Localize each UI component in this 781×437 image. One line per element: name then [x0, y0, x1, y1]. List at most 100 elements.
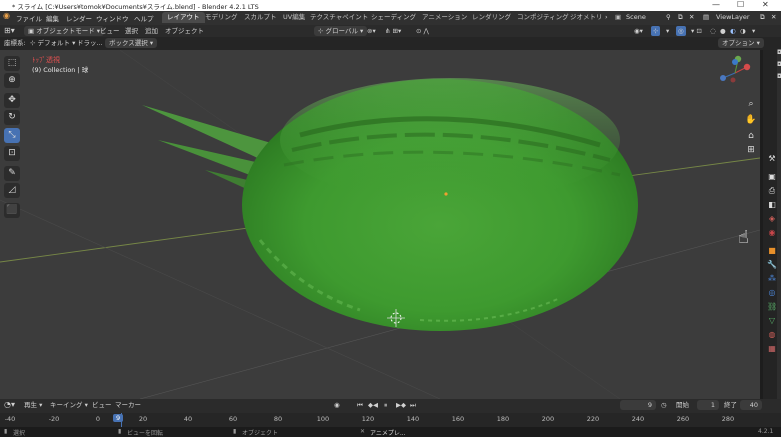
menu-render[interactable]: レンダー [66, 13, 92, 23]
timeline-view-menu[interactable]: ビュー [92, 400, 112, 410]
proportional-edit-icon[interactable]: ⊙ ⋀ [416, 26, 429, 36]
menu-add[interactable]: 追加 [145, 26, 158, 36]
prev-keyframe-icon[interactable]: ◆◀ [368, 400, 378, 410]
select-box-tool-icon[interactable]: ⬚ [4, 56, 20, 71]
constraints-props-icon[interactable]: ⛓ [767, 302, 777, 312]
view-layer-props-icon[interactable]: ◧ [767, 200, 777, 210]
menu-edit[interactable]: 編集 [46, 13, 59, 23]
stopwatch-icon[interactable]: ◷ [661, 400, 667, 410]
close-icon[interactable]: ✕ [762, 0, 769, 9]
remove-view-layer-icon[interactable]: ✕ [771, 13, 776, 21]
end-frame-field[interactable]: 40 [740, 400, 762, 410]
move-tool-icon[interactable]: ✥ [4, 93, 20, 108]
editor-type-icon[interactable]: ⊞▾ [4, 26, 15, 36]
output-props-icon[interactable]: ⎙ [767, 186, 777, 196]
world-props-icon[interactable]: ◉ [767, 228, 777, 238]
transform-tool-icon[interactable]: ⊡ [4, 146, 20, 161]
keying-menu[interactable]: キーイング ▾ [50, 400, 88, 410]
render-props-icon[interactable]: ▣ [767, 172, 777, 182]
add-cube-tool-icon[interactable]: ⬛ [4, 203, 20, 218]
options-button[interactable]: オプション ▾ [718, 38, 764, 48]
tab-modeling[interactable]: モデリング [200, 12, 243, 23]
cursor-tool-icon[interactable]: ⊕ [4, 73, 20, 88]
physics-props-icon[interactable]: ◎ [767, 288, 777, 298]
tab-geometry[interactable]: ジオメトリ [565, 12, 608, 23]
annotate-tool-icon[interactable]: ✎ [4, 166, 20, 181]
orientation-default[interactable]: ⊹ デフォルト ▾ [30, 38, 75, 48]
tab-layout[interactable]: レイアウト [162, 12, 205, 23]
visibility-icon[interactable]: ◉▾ [634, 26, 643, 36]
shading-options-icon[interactable]: ▾ [752, 26, 755, 36]
grid-toggle-icon[interactable]: ⊞ [744, 143, 758, 157]
marker-menu[interactable]: マーカー [115, 400, 141, 410]
pause-icon[interactable]: ⏸ [384, 400, 387, 410]
wireframe-shading-icon[interactable]: ◌ [710, 26, 716, 36]
solid-shading-icon[interactable]: ● [720, 26, 726, 36]
rendered-shading-icon[interactable]: ◑ [740, 26, 746, 36]
snap-icon[interactable]: ⋔ ⊞▾ [385, 26, 401, 36]
pin-icon[interactable]: ⚲ [666, 13, 671, 21]
menu-select[interactable]: 選択 [125, 26, 138, 36]
camera-icon[interactable]: ◘ [777, 61, 781, 68]
overlay-toggle-icon[interactable]: ◎ [676, 26, 686, 36]
timeline-editor-icon[interactable]: ◔▾ [4, 400, 15, 410]
jump-start-icon[interactable]: ⏮ [357, 400, 363, 410]
zoom-icon[interactable]: ⌕ [744, 97, 758, 111]
tab-animation[interactable]: アニメーション [417, 12, 472, 23]
mode-selector[interactable]: ▣ オブジェクトモード ▾ [24, 26, 105, 36]
delete-scene-icon[interactable]: ✕ [689, 13, 694, 21]
next-keyframe-icon[interactable]: ▶◆ [396, 400, 406, 410]
view-layer-name[interactable]: ViewLayer [716, 13, 750, 21]
scene-name[interactable]: Scene [626, 13, 646, 21]
tab-shading[interactable]: シェーディング [366, 12, 421, 23]
scale-tool-icon[interactable]: ⤡ [4, 128, 20, 143]
particles-props-icon[interactable]: ⁂ [767, 274, 777, 284]
timeline-ruler[interactable]: 9 -40 -20 0 20 40 60 80 100 120 140 160 … [0, 413, 781, 427]
menu-file[interactable]: ファイル [16, 13, 42, 23]
start-frame-field[interactable]: 1 [697, 400, 719, 410]
data-props-icon[interactable]: ▽ [767, 316, 777, 326]
tab-sculpt[interactable]: スカルプト [239, 12, 282, 23]
object-props-icon[interactable]: ■ [767, 246, 777, 256]
tool-props-icon[interactable]: ⚒ [767, 154, 777, 164]
modifier-props-icon[interactable]: 🔧 [767, 260, 777, 270]
camera-icon[interactable]: ◘ [777, 73, 781, 80]
blender-logo-icon[interactable]: ◉ [3, 11, 10, 20]
texture-props-icon[interactable]: ▦ [767, 344, 777, 354]
scene-props-icon[interactable]: ◈ [767, 214, 777, 224]
camera-icon[interactable]: ◘ [777, 49, 781, 56]
minimize-icon[interactable]: — [712, 0, 720, 9]
menu-help[interactable]: ヘルプ [134, 13, 154, 23]
gizmo-toggle-icon[interactable]: ⊹ [651, 26, 661, 36]
tab-texture-paint[interactable]: テクスチャペイント [305, 12, 373, 23]
transform-orientation[interactable]: ⊹ グローバル ▾ [314, 26, 368, 36]
navigation-gizmo[interactable] [720, 55, 751, 83]
measure-tool-icon[interactable]: ◿ [4, 183, 20, 198]
maximize-icon[interactable]: ☐ [737, 0, 744, 9]
gizmo-dropdown-icon[interactable]: ▾ [666, 26, 669, 36]
jump-end-icon[interactable]: ⏭ [410, 400, 416, 410]
auto-key-icon[interactable]: ◉ [334, 400, 340, 410]
current-frame-field[interactable]: 9 [620, 400, 656, 410]
menu-object[interactable]: オブジェクト [165, 26, 204, 36]
pan-hand-icon[interactable]: ✋ [744, 113, 758, 127]
new-view-layer-icon[interactable]: ⧉ [760, 13, 765, 22]
3d-viewport[interactable]: ﾄｯﾌﾟ透視 (9) Collection | 球 ⌕ ✋ ⌂ ⊞ ☝ [0, 50, 760, 399]
pivot-icon[interactable]: ⊚▾ [367, 26, 376, 36]
drag-setting[interactable]: ドラッ... [77, 38, 103, 48]
playback-menu[interactable]: 再生 ▾ [24, 400, 42, 410]
properties-scrollbar[interactable] [777, 50, 781, 399]
material-props-icon[interactable]: ◍ [767, 330, 777, 340]
select-mode[interactable]: ボックス選択 ▾ [105, 38, 158, 48]
cancel-icon[interactable]: ✕ [360, 428, 365, 435]
camera-view-icon[interactable]: ⌂ [744, 129, 758, 143]
scroll-right-icon[interactable]: › [605, 13, 608, 21]
copy-icon[interactable]: ⧉ [678, 13, 683, 22]
rotate-tool-icon[interactable]: ↻ [4, 110, 20, 125]
tab-rendering[interactable]: レンダリング [467, 12, 516, 23]
material-shading-icon[interactable]: ◐ [730, 26, 736, 36]
menu-window[interactable]: ウィンドウ [96, 13, 129, 23]
xray-icon[interactable]: ▾ ⊡ [691, 26, 702, 36]
menu-view[interactable]: ビュー [100, 26, 120, 36]
playhead-frame[interactable]: 9 [113, 414, 124, 422]
